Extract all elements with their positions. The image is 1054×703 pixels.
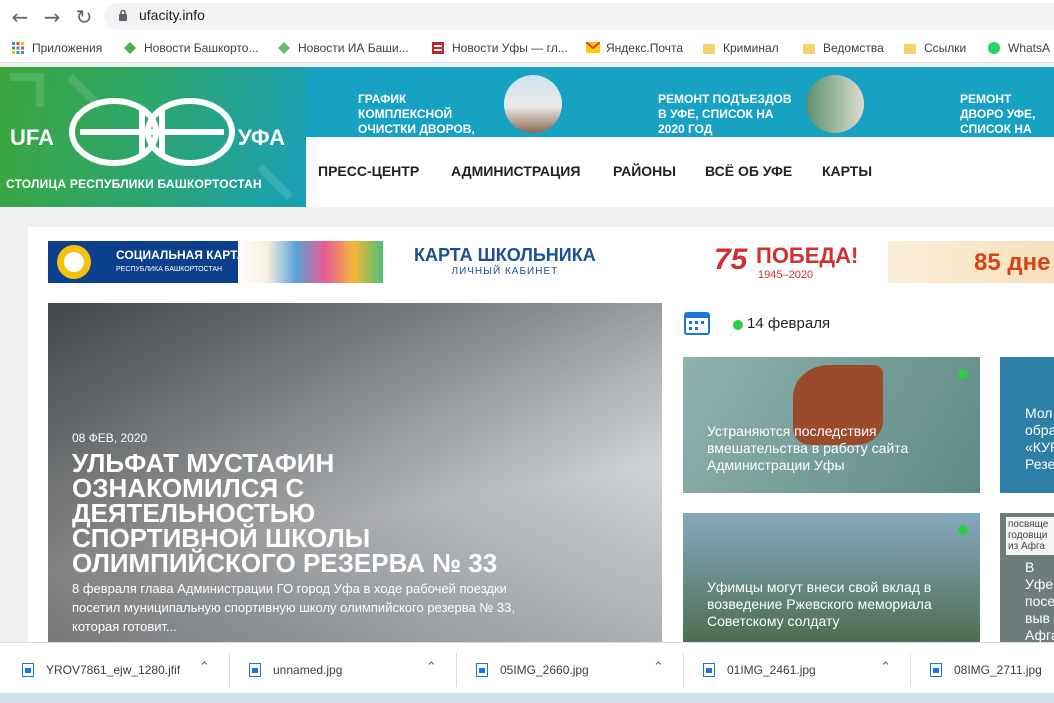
- news-date: 08 ФЕВ, 2020: [72, 431, 148, 445]
- menu-administration[interactable]: АДМИНИСТРАЦИЯ: [451, 163, 580, 179]
- download-item[interactable]: YROV7861_ejw_1280.jfif: [22, 660, 180, 680]
- featured-news[interactable]: 08 ФЕВ, 2020 Ульфат Мустафин ознакомился…: [48, 303, 662, 642]
- bookmark-agencies[interactable]: Ведомства: [803, 40, 884, 56]
- browser-toolbar: ← → ↻ ufacity.info: [0, 0, 1054, 33]
- website: UFA УФА СТОЛИЦА РЕСПУБЛИКИ БАШКОРТОСТАН …: [0, 64, 1054, 642]
- folder-icon: [803, 42, 815, 54]
- site-logo[interactable]: UFA УФА СТОЛИЦА РЕСПУБЛИКИ БАШКОРТОСТАН: [0, 67, 306, 207]
- image-file-icon: [22, 663, 34, 677]
- forward-arrow-icon[interactable]: →: [41, 6, 63, 28]
- days-banner[interactable]: 85 дне: [888, 241, 1054, 283]
- image-file-icon: [476, 663, 488, 677]
- address-bar[interactable]: [104, 3, 1054, 30]
- bookmarks-bar: Приложения Новости Башкорто... Новости И…: [0, 33, 1054, 63]
- main-menu: ПРЕСС-ЦЕНТР АДМИНИСТРАЦИЯ РАЙОНЫ ВСЁ ОБ …: [306, 137, 1054, 207]
- bookmark-apps[interactable]: Приложения: [12, 40, 102, 56]
- news-card[interactable]: Устраняются последствия вмешательства в …: [683, 357, 980, 493]
- downloads-bar: YROV7861_ejw_1280.jfif ⌃ unnamed.jpg ⌃ 0…: [0, 642, 1054, 703]
- ufa-emblem-icon: [69, 98, 235, 166]
- news-card[interactable]: посвяще годовщи из Афга В Уфе посе выв А…: [1000, 513, 1054, 642]
- chevron-up-icon[interactable]: ⌃: [199, 660, 210, 675]
- current-date: 14 февраля: [747, 315, 831, 332]
- bookmark-news-ia[interactable]: Новости ИА Баши...: [278, 40, 409, 56]
- download-item[interactable]: 08IMG_2711.jpg: [930, 660, 1042, 680]
- online-dot: [733, 320, 743, 330]
- folder-icon: [904, 42, 916, 54]
- menu-press-center[interactable]: ПРЕСС-ЦЕНТР: [318, 163, 419, 179]
- bookmark-whatsapp[interactable]: WhatsA: [988, 40, 1050, 56]
- folder-icon: [703, 42, 715, 54]
- image-file-icon: [703, 663, 715, 677]
- ticker-image[interactable]: [504, 75, 562, 133]
- download-item[interactable]: 01IMG_2461.jpg: [703, 660, 816, 680]
- school-card-banner[interactable]: КАРТА ШКОЛЬНИКА ЛИЧНЫЙ КАБИНЕТ: [414, 245, 596, 277]
- diamond-icon: [278, 42, 290, 54]
- menu-districts[interactable]: РАЙОНЫ: [613, 163, 676, 179]
- whatsapp-icon: [988, 42, 1000, 54]
- menu-about-ufa[interactable]: ВСЁ ОБ УФЕ: [705, 163, 792, 179]
- news-icon: [432, 42, 444, 54]
- social-card-banner[interactable]: СОЦИАЛЬНАЯ КАРТА РЕСПУБЛИКА БАШКОРТОСТАН: [48, 241, 383, 283]
- menu-maps[interactable]: КАРТЫ: [822, 163, 872, 179]
- download-item[interactable]: unnamed.jpg: [249, 660, 342, 680]
- online-dot: [958, 525, 968, 535]
- news-ticker: ГРАФИК КОМПЛЕКСНОЙ ОЧИСТКИ ДВОРОВ, РЕМОН…: [306, 67, 1054, 151]
- ticker-item[interactable]: РЕМОНТ ПОДЪЕЗДОВ В УФЕ, СПИСОК НА 2020 Г…: [658, 92, 792, 137]
- url-text[interactable]: ufacity.info: [139, 7, 205, 23]
- reload-icon[interactable]: ↻: [73, 6, 95, 28]
- news-title[interactable]: Ульфат Мустафин ознакомился с деятельнос…: [72, 450, 502, 576]
- chevron-up-icon[interactable]: ⌃: [880, 660, 891, 675]
- news-card[interactable]: Мол обра «КУР Резе: [1000, 357, 1054, 493]
- image-file-icon: [930, 663, 942, 677]
- ticker-image[interactable]: [806, 75, 864, 133]
- bookmark-crime[interactable]: Криминал: [703, 40, 779, 56]
- download-item[interactable]: 05IMG_2660.jpg: [476, 660, 589, 680]
- bashkortostan-emblem-icon: [57, 245, 91, 279]
- chevron-up-icon[interactable]: ⌃: [653, 660, 664, 675]
- apps-grid-icon: [12, 42, 24, 54]
- back-arrow-icon[interactable]: ←: [9, 6, 31, 28]
- bookmark-news-bash[interactable]: Новости Башкорто...: [124, 40, 258, 56]
- chevron-up-icon[interactable]: ⌃: [426, 660, 437, 675]
- image-file-icon: [249, 663, 261, 677]
- online-dot: [958, 369, 968, 379]
- ticker-item[interactable]: ГРАФИК КОМПЛЕКСНОЙ ОЧИСТКИ ДВОРОВ,: [358, 92, 478, 137]
- mail-icon: [585, 41, 601, 54]
- news-card[interactable]: Уфимцы могут внеси свой вклад в возведен…: [683, 513, 980, 642]
- bookmark-yandex-mail[interactable]: Яндекс.Почта: [585, 40, 683, 56]
- diamond-icon: [124, 42, 136, 54]
- news-excerpt: 8 февраля глава Администрации ГО город У…: [72, 581, 515, 634]
- calendar-icon[interactable]: [684, 309, 710, 335]
- children-illustration: [238, 241, 383, 283]
- bookmark-links[interactable]: Ссылки: [904, 40, 966, 56]
- lock-icon[interactable]: [118, 9, 128, 21]
- main-content: СОЦИАЛЬНАЯ КАРТА РЕСПУБЛИКА БАШКОРТОСТАН…: [28, 227, 1054, 642]
- bookmark-news-ufa[interactable]: Новости Уфы — гл...: [432, 40, 568, 56]
